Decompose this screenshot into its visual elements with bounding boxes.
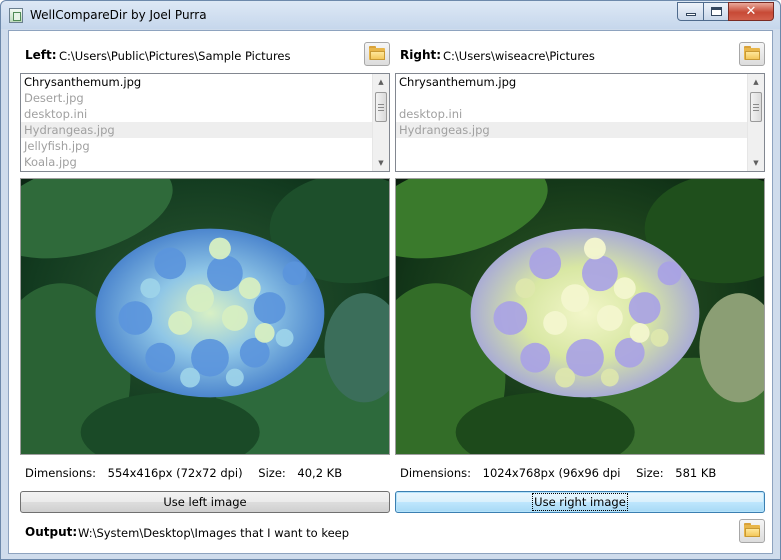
right-path-label: Right: xyxy=(400,48,442,62)
left-size-value: 40,2 KB xyxy=(297,466,343,480)
scroll-down-icon[interactable]: ▼ xyxy=(373,155,389,171)
use-left-image-label: Use left image xyxy=(163,495,247,509)
left-path-label: Left: xyxy=(25,48,57,62)
title-bar[interactable]: WellCompareDir by Joel Purra ✕ xyxy=(1,1,780,29)
left-hydrangea-image xyxy=(21,179,389,454)
use-right-image-label: Use right image xyxy=(532,493,628,511)
minimize-icon xyxy=(685,13,696,16)
minimize-button[interactable] xyxy=(677,2,704,21)
app-window-icon xyxy=(9,8,23,23)
output-browse-button[interactable] xyxy=(739,519,765,543)
window-controls: ✕ xyxy=(677,2,774,21)
file-list-item[interactable]: Chrysanthemum.jpg xyxy=(21,74,389,90)
scroll-up-icon[interactable]: ▲ xyxy=(373,74,389,90)
file-list-item[interactable]: desktop.ini xyxy=(396,106,764,122)
close-button[interactable]: ✕ xyxy=(728,2,774,21)
right-hydrangea-image xyxy=(396,179,764,454)
file-list-item[interactable]: Jellyfish.jpg xyxy=(21,138,389,154)
right-image-preview xyxy=(395,178,765,455)
left-dimensions-label: Dimensions: xyxy=(25,466,96,480)
right-path-value: C:\Users\wiseacre\Pictures xyxy=(443,49,595,63)
use-right-image-button[interactable]: Use right image xyxy=(395,491,765,513)
right-image-info: Dimensions: 1024x768px (96x96 dpi Size: … xyxy=(400,466,720,480)
main-content: Left: C:\Users\Public\Pictures\Sample Pi… xyxy=(8,30,773,554)
scroll-down-icon[interactable]: ▼ xyxy=(748,155,764,171)
left-image-preview xyxy=(20,178,390,455)
folder-icon xyxy=(744,523,760,537)
maximize-button[interactable] xyxy=(703,2,729,21)
left-list-scrollbar[interactable]: ▲ ▼ xyxy=(372,74,389,171)
right-browse-button[interactable] xyxy=(739,42,765,66)
left-browse-button[interactable] xyxy=(364,42,390,66)
app-window: WellCompareDir by Joel Purra ✕ Left: C:\… xyxy=(0,0,781,560)
right-dimensions-value: 1024x768px (96x96 dpi xyxy=(482,466,621,480)
right-size-label: Size: xyxy=(636,466,664,480)
right-file-items: Chrysanthemum.jpg desktop.ini Hydrangeas.j… xyxy=(396,74,764,138)
left-path-value: C:\Users\Public\Pictures\Sample Pictures xyxy=(59,49,291,63)
folder-icon xyxy=(369,46,385,60)
left-dimensions-value: 554x416px (72x72 dpi) xyxy=(107,466,243,480)
right-list-scrollbar[interactable]: ▲ ▼ xyxy=(747,74,764,171)
file-list-item[interactable]: Hydrangeas.jpg xyxy=(396,122,764,138)
file-list-item[interactable]: Chrysanthemum.jpg xyxy=(396,74,764,90)
folder-icon xyxy=(744,46,760,60)
use-left-image-button[interactable]: Use left image xyxy=(20,491,390,513)
left-image-info: Dimensions: 554x416px (72x72 dpi) Size: … xyxy=(25,466,346,480)
scroll-thumb[interactable] xyxy=(750,92,762,122)
left-file-list[interactable]: Chrysanthemum.jpg Desert.jpg desktop.ini Hy… xyxy=(20,73,390,172)
maximize-icon xyxy=(710,7,722,16)
output-label: Output: xyxy=(25,525,78,539)
right-dimensions-label: Dimensions: xyxy=(400,466,471,480)
right-size-value: 581 KB xyxy=(675,466,717,480)
left-size-label: Size: xyxy=(258,466,286,480)
file-list-item[interactable] xyxy=(396,90,764,106)
left-file-items: Chrysanthemum.jpg Desert.jpg desktop.ini Hy… xyxy=(21,74,389,170)
window-title: WellCompareDir by Joel Purra xyxy=(30,8,207,22)
output-path-value: W:\System\Desktop\Images that I want to … xyxy=(78,526,350,540)
file-list-item[interactable]: Hydrangeas.jpg xyxy=(21,122,389,138)
file-list-item[interactable]: desktop.ini xyxy=(21,106,389,122)
right-file-list[interactable]: Chrysanthemum.jpg desktop.ini Hydrangeas.j… xyxy=(395,73,765,172)
scroll-thumb[interactable] xyxy=(375,92,387,122)
scroll-up-icon[interactable]: ▲ xyxy=(748,74,764,90)
file-list-item[interactable]: Koala.jpg xyxy=(21,154,389,170)
close-icon: ✕ xyxy=(745,4,757,19)
file-list-item[interactable]: Desert.jpg xyxy=(21,90,389,106)
